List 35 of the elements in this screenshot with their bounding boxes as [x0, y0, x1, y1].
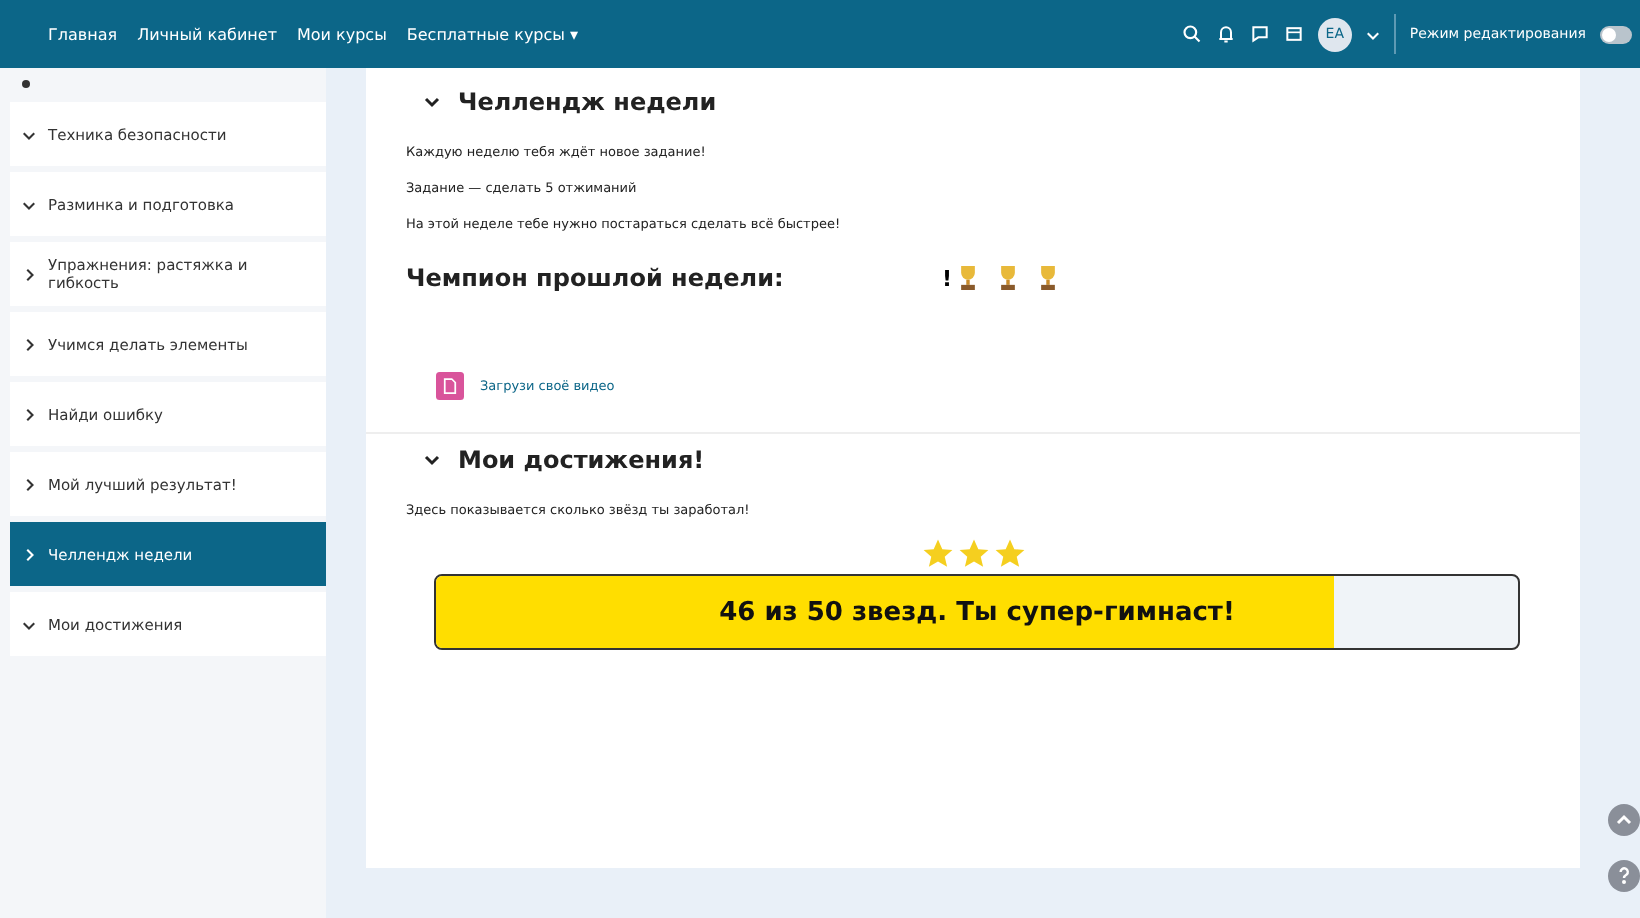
chevron-icon	[22, 407, 36, 421]
star-icon	[993, 538, 1025, 570]
bell-icon[interactable]	[1215, 24, 1236, 44]
nav-link[interactable]: Бесплатные курсы ▾	[406, 25, 579, 43]
trophy-icon	[1036, 264, 1061, 292]
chevron-icon	[22, 477, 36, 491]
chevron-icon[interactable]	[422, 450, 442, 470]
section-title: Челлендж недели	[458, 88, 717, 116]
chevron-icon	[22, 617, 36, 631]
star-icon	[921, 538, 953, 570]
chevron-icon	[22, 127, 36, 141]
search-icon[interactable]	[1181, 24, 1202, 44]
chevron-icon[interactable]	[422, 92, 442, 112]
help-button[interactable]	[1608, 860, 1640, 892]
trophy-icon	[996, 264, 1021, 292]
chevron-icon	[22, 267, 36, 281]
nav-link[interactable]: Мои курсы	[296, 25, 387, 43]
nav-link[interactable]: Главная	[48, 25, 118, 43]
chevron-icon	[22, 547, 36, 561]
trophy-icon	[956, 264, 981, 292]
edit-mode-toggle[interactable]	[1600, 25, 1632, 43]
star-icon	[957, 538, 989, 570]
bullet-icon	[22, 80, 30, 88]
chevron-icon	[22, 197, 36, 211]
scroll-up-button[interactable]	[1608, 804, 1640, 836]
progress-label: 46 из 50 звезд. Ты супер-гимнаст!	[719, 597, 1235, 627]
exclamation-mark: !	[942, 265, 953, 291]
section-title: Мои достижения!	[458, 446, 705, 474]
champion-heading: Чемпион прошлой недели:	[406, 264, 786, 292]
caret-icon[interactable]	[1365, 27, 1380, 41]
file-icon	[436, 372, 464, 400]
calendar-icon[interactable]	[1283, 24, 1304, 44]
chat-icon[interactable]	[1249, 24, 1270, 44]
chevron-icon	[22, 337, 36, 351]
nav-link[interactable]: Личный кабинет	[137, 25, 277, 43]
